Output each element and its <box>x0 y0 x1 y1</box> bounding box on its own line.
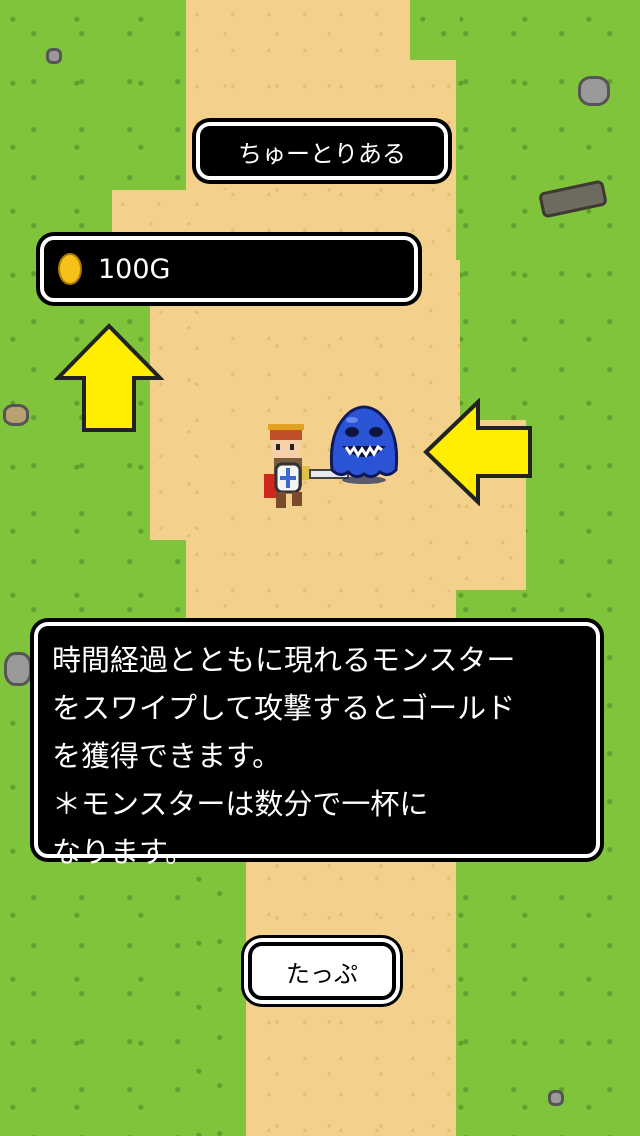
blue-slime-monster <box>329 405 399 484</box>
rock <box>4 652 32 686</box>
dirt-path-branch <box>112 190 164 236</box>
rock <box>3 404 29 426</box>
rock <box>578 76 610 106</box>
grass-patch <box>410 0 460 60</box>
rock <box>548 1090 564 1106</box>
left-arrow-icon <box>423 398 532 506</box>
tap-button-label: たっぷ <box>286 959 358 988</box>
tutorial-title-button[interactable]: ちゅーとりある <box>196 122 448 180</box>
gold-counter: 100G <box>40 236 418 302</box>
tutorial-message-box: 時間経過とともに現れるモンスター をスワイプして攻撃するとゴールド を獲得できま… <box>34 622 600 869</box>
up-arrow-icon <box>54 323 164 432</box>
message-line: ＊モンスターは数分で一杯に <box>52 787 429 821</box>
message-line: 時間経過とともに現れるモンスター <box>52 643 516 677</box>
game-scene[interactable]: ちゅーとりある 100G 時間経過とともに現れるモンスター をスワイプして攻撃す… <box>0 0 640 1136</box>
message-line: なります。 <box>52 835 195 869</box>
gold-coin-icon <box>58 253 82 285</box>
tutorial-title-label: ちゅーとりある <box>238 139 406 168</box>
message-line: を獲得できます。 <box>52 739 282 773</box>
gold-amount: 100G <box>98 253 171 285</box>
tap-button[interactable]: たっぷ <box>248 942 396 1000</box>
rock <box>46 48 62 64</box>
grass-patch <box>186 860 246 1136</box>
message-line: をスワイプして攻撃するとゴールド <box>52 691 516 725</box>
